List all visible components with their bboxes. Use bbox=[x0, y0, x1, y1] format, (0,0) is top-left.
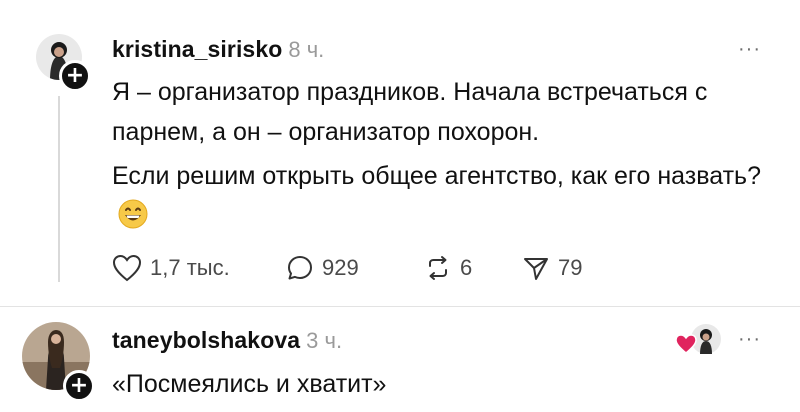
post-paragraph-text: Если решим открыть общее агентство, как … bbox=[112, 162, 761, 190]
follow-plus-icon[interactable]: + bbox=[63, 370, 95, 402]
timestamp: 8 ч. bbox=[288, 37, 325, 62]
thread-line bbox=[58, 96, 60, 282]
comment-button[interactable]: 929 bbox=[286, 254, 359, 282]
liked-by-author-badge bbox=[674, 322, 722, 356]
post-paragraph: Если решим открыть общее агентство, как … bbox=[112, 156, 792, 236]
comment-icon bbox=[288, 256, 312, 280]
share-count: 79 bbox=[558, 255, 583, 280]
heart-icon bbox=[675, 334, 697, 354]
like-button[interactable]: 1,7 тыс. bbox=[112, 254, 230, 282]
post-header: kristina_sirisko 8 ч. bbox=[112, 36, 324, 63]
reply-header: taneybolshakova 3 ч. bbox=[112, 327, 342, 354]
divider bbox=[0, 306, 800, 307]
post-body: Я – организатор праздников. Начала встре… bbox=[112, 72, 792, 236]
timestamp: 3 ч. bbox=[306, 328, 343, 353]
repost-icon bbox=[429, 256, 447, 280]
repost-button[interactable]: 6 bbox=[424, 254, 472, 282]
follow-plus-icon[interactable]: + bbox=[59, 60, 91, 92]
share-button[interactable]: 79 bbox=[522, 254, 582, 282]
like-count: 1,7 тыс. bbox=[150, 255, 230, 280]
username[interactable]: kristina_sirisko bbox=[112, 36, 282, 62]
more-options-icon[interactable]: ··· bbox=[738, 38, 761, 61]
send-icon bbox=[524, 258, 548, 280]
post-paragraph: Я – организатор праздников. Начала встре… bbox=[112, 78, 708, 146]
reply-text: «Посмеялись и хватит» bbox=[112, 370, 387, 398]
grinning-face-emoji bbox=[118, 199, 148, 229]
heart-icon bbox=[112, 254, 142, 282]
comment-count: 929 bbox=[322, 255, 359, 280]
repost-count: 6 bbox=[460, 255, 473, 280]
username[interactable]: taneybolshakova bbox=[112, 327, 300, 353]
more-options-icon[interactable]: ··· bbox=[738, 328, 761, 351]
